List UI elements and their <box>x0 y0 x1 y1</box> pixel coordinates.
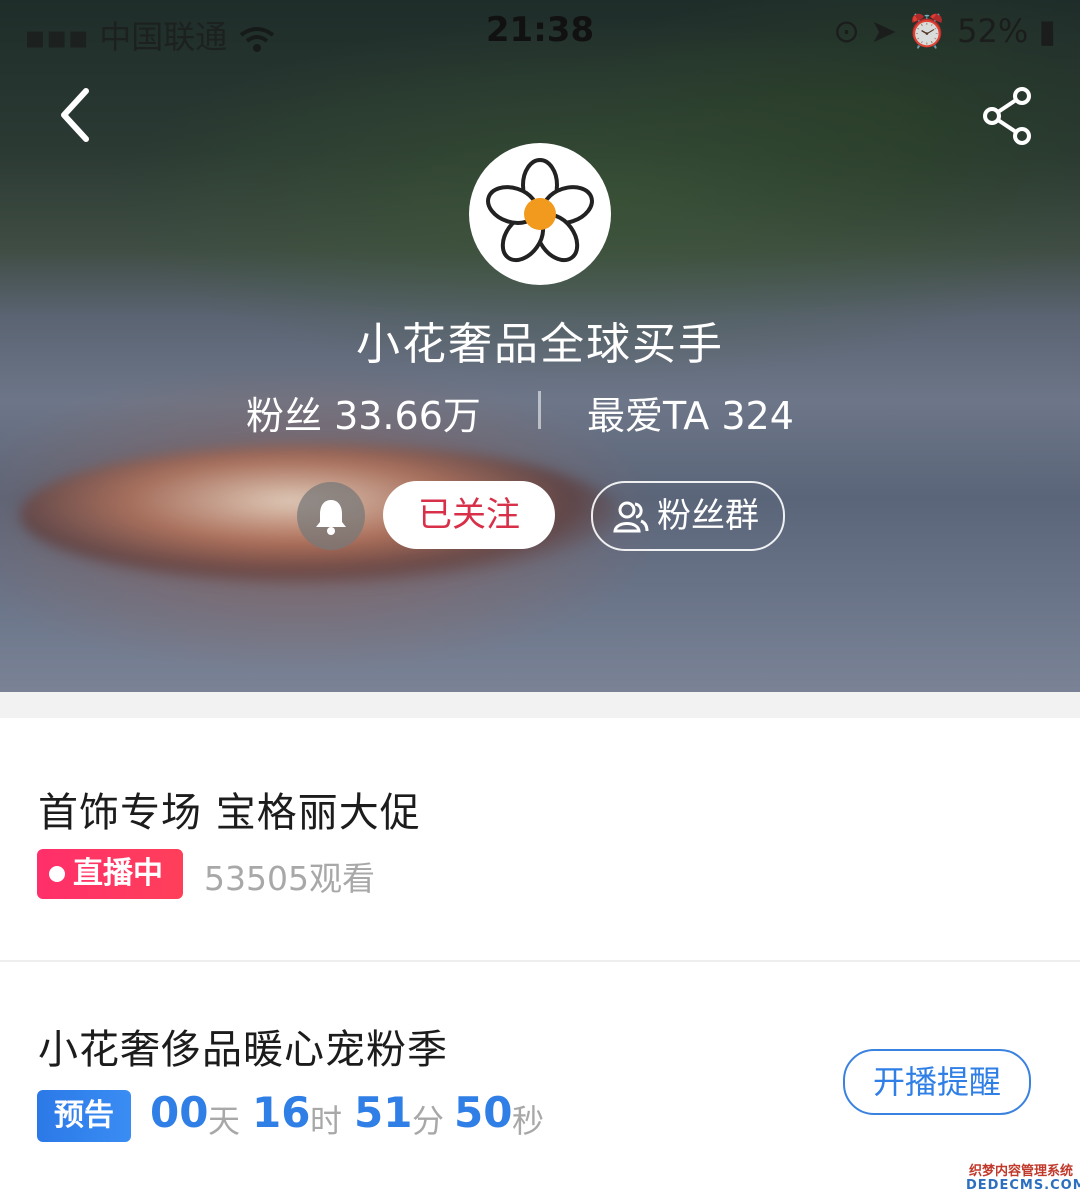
countdown-seconds: 50 <box>454 1088 513 1137</box>
love-count[interactable]: 最爱TA 324 <box>587 385 794 440</box>
fans-count[interactable]: 粉丝 33.66万 <box>246 385 481 440</box>
lock-rotation-icon: ⊙ <box>833 12 860 50</box>
battery-label: 52% <box>957 12 1029 50</box>
preview-card[interactable]: 小花奢侈品暖心宠粉季 预告 00 天 16 时 51 分 50 秒 开播提醒 <box>0 962 1080 1200</box>
flower-logo-icon <box>486 158 594 263</box>
watermark: 织梦内容管理系统 DEDECMS.COM <box>966 1160 1080 1196</box>
countdown-minutes-unit: 分 <box>412 1102 445 1140</box>
fan-group-label: 粉丝群 <box>657 496 759 536</box>
profile-stats: 粉丝 33.66万 最爱TA 324 <box>0 385 1080 438</box>
follow-button[interactable]: 已关注 <box>383 481 555 549</box>
live-stream-card[interactable]: 首饰专场 宝格丽大促 直播中 53505观看 <box>0 718 1080 962</box>
preview-title: 小花奢侈品暖心宠粉季 <box>38 1027 448 1073</box>
status-bar: ▪▪▪ 中国联通 21:38 ⊙ ➤ ⏰ 52% ▮ <box>0 0 1080 60</box>
view-count: 53505观看 <box>204 859 375 898</box>
profile-name: 小花奢品全球买手 <box>356 319 724 370</box>
alarm-icon: ⏰ <box>907 12 947 50</box>
watermark-line2: DEDECMS.COM <box>966 1178 1080 1193</box>
profile-header: ▪▪▪ 中国联通 21:38 ⊙ ➤ ⏰ 52% ▮ 小花奢品全球买手 粉丝 3… <box>0 0 1080 692</box>
section-divider <box>0 692 1080 718</box>
fan-group-button[interactable]: 粉丝群 <box>591 481 785 551</box>
location-icon: ➤ <box>870 12 897 50</box>
live-badge-label: 直播中 <box>73 856 163 891</box>
watermark-line1: 织梦内容管理系统 <box>968 1164 1073 1179</box>
countdown-days: 00 <box>150 1088 209 1137</box>
live-title: 首饰专场 宝格丽大促 <box>38 790 421 836</box>
notification-button[interactable] <box>297 482 365 550</box>
countdown-seconds-unit: 秒 <box>512 1102 545 1140</box>
stats-divider <box>538 391 541 429</box>
share-button[interactable] <box>980 86 1036 146</box>
status-right: ⊙ ➤ ⏰ 52% ▮ <box>833 12 1056 50</box>
live-reminder-button[interactable]: 开播提醒 <box>843 1049 1031 1115</box>
back-arrow-icon <box>61 88 89 142</box>
back-button[interactable] <box>50 85 110 145</box>
live-dot-icon <box>49 866 65 882</box>
countdown-minutes: 51 <box>354 1088 413 1137</box>
battery-icon: ▮ <box>1038 12 1056 50</box>
countdown-hours-unit: 时 <box>310 1102 343 1140</box>
share-icon <box>983 87 1031 145</box>
live-badge: 直播中 <box>37 849 183 899</box>
preview-badge: 预告 <box>37 1090 131 1142</box>
avatar[interactable] <box>469 143 611 285</box>
fan-group-icon <box>613 501 649 533</box>
bell-icon <box>316 500 346 535</box>
countdown-hours: 16 <box>252 1088 311 1137</box>
countdown-days-unit: 天 <box>208 1102 241 1140</box>
